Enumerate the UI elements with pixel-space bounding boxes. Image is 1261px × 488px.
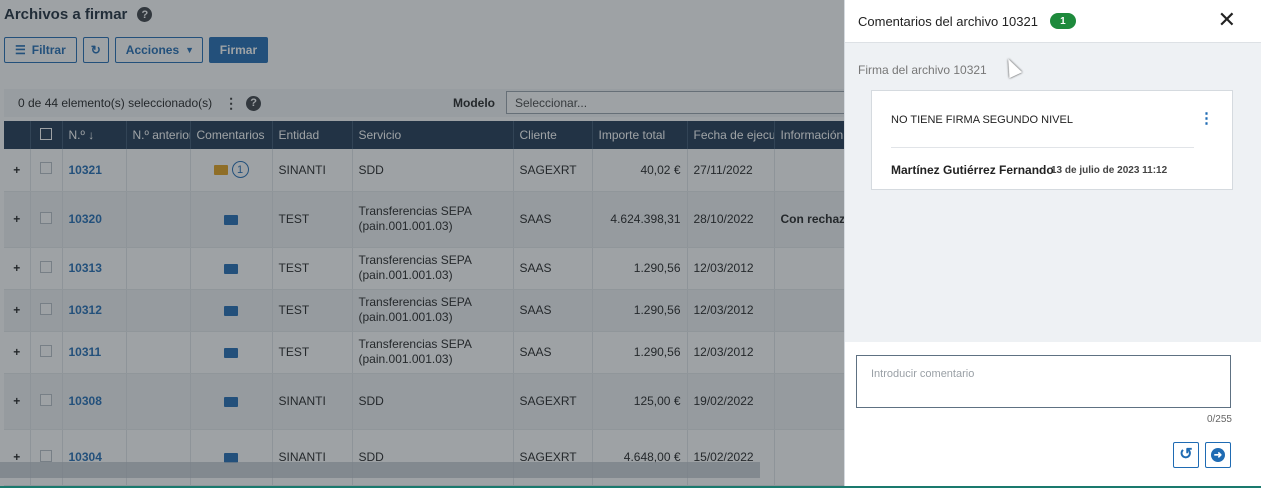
horizontal-scrollbar[interactable] — [0, 462, 760, 478]
comment-date: 13 de julio de 2023 11:12 — [1051, 165, 1168, 176]
comment-options-icon[interactable]: ⋮ — [1199, 111, 1214, 127]
send-comment-button[interactable]: ➜ — [1205, 442, 1231, 468]
section-label: Firma del archivo 10321 — [858, 63, 987, 77]
card-divider — [891, 147, 1194, 148]
panel-footer: Introducir comentario 0/255 ↺ ➜ — [845, 342, 1261, 486]
reset-comment-button[interactable]: ↺ — [1173, 442, 1199, 468]
comments-panel: Comentarios del archivo 10321 1 ✕ Firma … — [844, 0, 1261, 486]
comment-total-badge: 1 — [1049, 13, 1076, 29]
close-icon[interactable]: ✕ — [1218, 9, 1236, 31]
char-counter: 0/255 — [1206, 414, 1232, 425]
comment-author: Martínez Gutiérrez Fernando — [891, 163, 1054, 177]
panel-title: Comentarios del archivo 10321 — [858, 13, 1038, 29]
comment-text: NO TIENE FIRMA SEGUNDO NIVEL — [891, 114, 1073, 126]
comment-card: NO TIENE FIRMA SEGUNDO NIVEL ⋮ Martínez … — [871, 90, 1233, 190]
modal-backdrop[interactable] — [0, 0, 844, 488]
panel-header: Comentarios del archivo 10321 1 ✕ — [845, 0, 1261, 43]
reset-icon: ↺ — [1179, 446, 1193, 463]
comment-input[interactable]: Introducir comentario — [856, 355, 1231, 408]
main-page: Archivos a firmar ? ☰ Filtrar ↻ Acciones… — [0, 0, 844, 488]
send-arrow-icon: ➜ — [1211, 448, 1225, 462]
